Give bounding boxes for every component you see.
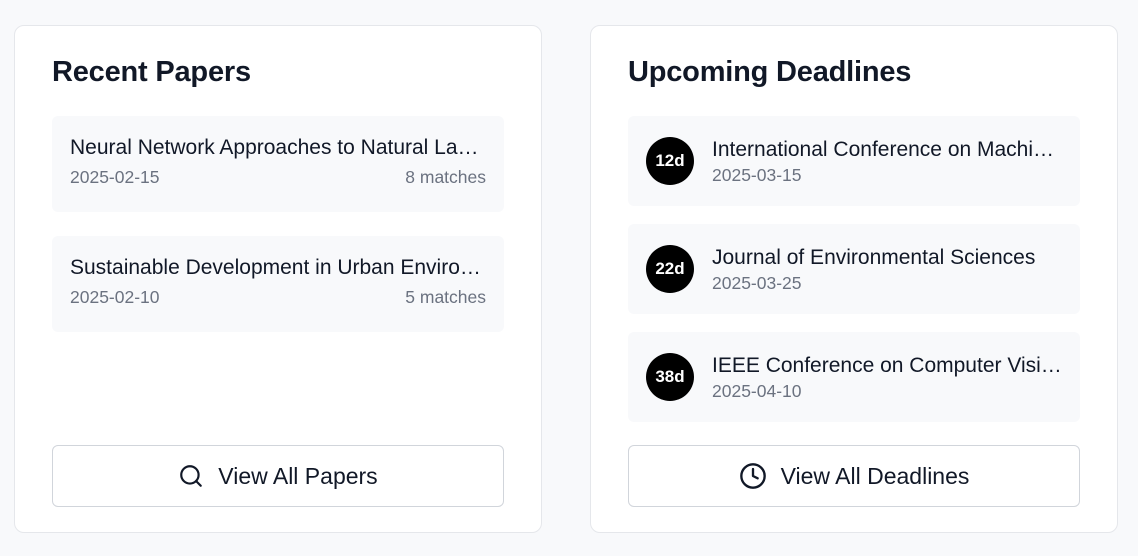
paper-item[interactable]: Neural Network Approaches to Natural Lan… xyxy=(52,116,504,212)
search-icon xyxy=(180,465,203,487)
paper-date: 2025-02-10 xyxy=(70,287,160,307)
deadline-item[interactable]: 22d Journal of Environmental Sciences 20… xyxy=(628,224,1080,314)
deadline-title: IEEE Conference on Computer Vision xyxy=(712,354,1062,377)
deadline-date: 2025-04-10 xyxy=(712,381,802,401)
paper-matches: 5 matches xyxy=(405,287,486,307)
clock-icon xyxy=(739,463,766,489)
deadline-title: Journal of Environmental Sciences xyxy=(712,246,1036,269)
days-remaining-badge: 12d xyxy=(646,137,694,185)
view-all-papers-label: View All Papers xyxy=(218,462,378,489)
view-all-papers-button[interactable]: View All Papers xyxy=(52,445,504,507)
paper-date: 2025-02-15 xyxy=(70,167,160,187)
paper-title: Neural Network Approaches to Natural Lan… xyxy=(70,136,486,159)
deadline-date: 2025-03-15 xyxy=(712,165,802,185)
view-all-deadlines-button[interactable]: View All Deadlines xyxy=(628,445,1080,507)
days-remaining-badge: 22d xyxy=(646,245,694,293)
upcoming-deadlines-card: Upcoming Deadlines 12d International Con… xyxy=(590,25,1118,533)
deadline-item[interactable]: 38d IEEE Conference on Computer Vision 2… xyxy=(628,332,1080,422)
paper-item[interactable]: Sustainable Development in Urban Environ… xyxy=(52,236,504,332)
days-remaining-badge: 38d xyxy=(646,353,694,401)
recent-papers-title: Recent Papers xyxy=(52,56,251,88)
deadline-item[interactable]: 12d International Conference on Machine … xyxy=(628,116,1080,206)
upcoming-deadlines-title: Upcoming Deadlines xyxy=(628,56,912,88)
paper-matches: 8 matches xyxy=(405,167,486,187)
view-all-deadlines-label: View All Deadlines xyxy=(780,462,970,489)
deadlines-list: 12d International Conference on Machine … xyxy=(628,116,1080,440)
paper-title: Sustainable Development in Urban Environ… xyxy=(70,256,486,279)
deadline-title: International Conference on Machine Lear… xyxy=(712,138,1062,161)
recent-papers-list: Neural Network Approaches to Natural Lan… xyxy=(52,116,504,356)
recent-papers-card: Recent Papers Neural Network Approaches … xyxy=(14,25,542,533)
deadline-date: 2025-03-25 xyxy=(712,273,802,293)
